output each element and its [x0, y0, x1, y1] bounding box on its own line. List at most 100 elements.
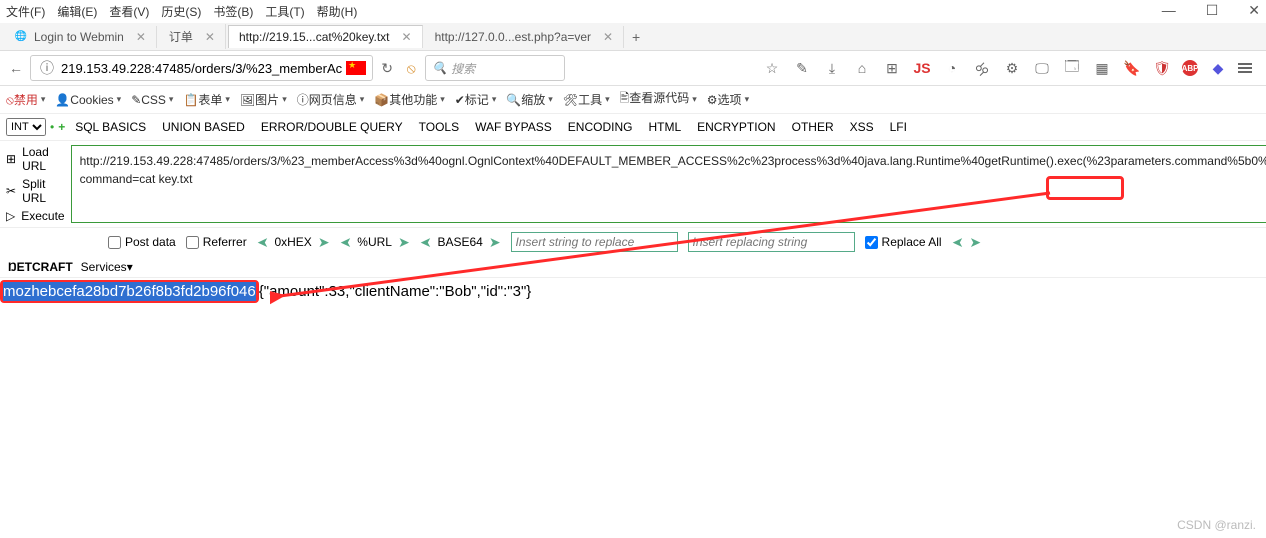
encryption-menu[interactable]: ENCRYPTION: [691, 120, 781, 134]
close-tab-icon[interactable]: ✕: [603, 30, 613, 44]
resize-menu[interactable]: 🔍缩放: [506, 91, 552, 108]
replace-go[interactable]: ➤➤: [952, 234, 981, 251]
screen-icon[interactable]: 🖵: [1032, 58, 1052, 78]
load-url-button[interactable]: ⊞Load URL: [6, 145, 65, 173]
abp-icon[interactable]: ABP: [1182, 60, 1198, 76]
replace-from-input[interactable]: [511, 232, 678, 252]
tab-webmin[interactable]: 🌐 Login to Webmin ✕: [4, 26, 157, 48]
url-text: 219.153.49.228:47485/orders/3/%23_member…: [61, 61, 342, 76]
site-info-icon[interactable]: ⓘ: [37, 58, 57, 78]
tools-menu[interactable]: TOOLS: [413, 120, 465, 134]
hex-encode[interactable]: ➤0xHEX➤: [257, 234, 330, 251]
menu-bar: 文件(F) 编辑(E) 查看(V) 历史(S) 书签(B) 工具(T) 帮助(H…: [0, 0, 1266, 23]
pie-icon[interactable]: ◔: [942, 58, 962, 78]
close-tab-icon[interactable]: ✕: [136, 30, 146, 44]
js-icon[interactable]: JS: [912, 58, 932, 78]
close-tab-icon[interactable]: ✕: [205, 30, 215, 44]
diamond-icon[interactable]: ◆: [1208, 58, 1228, 78]
gear-icon[interactable]: ⚙: [1002, 58, 1022, 78]
tab-strip: 🌐 Login to Webmin ✕ 订单 ✕ http://219.15..…: [0, 23, 1266, 51]
netcraft-logo: ŊETCRAFT: [8, 260, 73, 274]
netcraft-bar: ŊETCRAFT Services▾: [0, 256, 1266, 278]
webdev-toolbar: ⦸禁用 👤Cookies ✎CSS 📋表单 🖼图片 ⓘ网页信息 📦其他功能 ✔标…: [0, 86, 1266, 114]
execute-button[interactable]: ▷Execute: [6, 209, 65, 223]
ext1-icon[interactable]: 🝰: [972, 58, 992, 78]
encoding-menu[interactable]: ENCODING: [562, 120, 639, 134]
window-icon[interactable]: 🗔: [1062, 58, 1082, 78]
source-menu[interactable]: 🖹查看源代码: [620, 89, 697, 110]
pencil-icon[interactable]: ✎: [792, 58, 812, 78]
maximize-button[interactable]: ☐: [1206, 2, 1219, 19]
waf-menu[interactable]: WAF BYPASS: [469, 120, 558, 134]
referrer-checkbox[interactable]: Referrer: [186, 235, 247, 249]
hamburger-menu[interactable]: [1238, 63, 1252, 73]
stop-icon[interactable]: ⦸: [401, 58, 421, 78]
images-menu[interactable]: 🖼图片: [240, 91, 287, 108]
address-bar[interactable]: ⓘ 219.153.49.228:47485/orders/3/%23_memb…: [30, 55, 373, 81]
back-button[interactable]: ←: [6, 58, 26, 78]
split-icon: ✂: [6, 184, 16, 198]
menu-tools[interactable]: 工具(T): [265, 3, 304, 20]
netcraft-services[interactable]: Services▾: [81, 260, 133, 274]
page-content: mozhebcefa28bd7b26f8b3fd2b96f046 {"amoun…: [0, 278, 1266, 303]
misc-menu[interactable]: 📦其他功能: [374, 91, 444, 108]
hackbar-actions: ⊞Load URL ✂Split URL ▷Execute: [6, 145, 65, 223]
url-encode[interactable]: ➤%URL➤: [340, 234, 410, 251]
menu-help[interactable]: 帮助(H): [317, 3, 358, 20]
post-data-checkbox[interactable]: Post data: [108, 235, 176, 249]
outline-menu[interactable]: ✔标记: [455, 91, 497, 108]
menu-history[interactable]: 历史(S): [161, 3, 201, 20]
db-select[interactable]: INT: [6, 118, 46, 136]
pageinfo-menu[interactable]: ⓘ网页信息: [297, 91, 365, 108]
error-menu[interactable]: ERROR/DOUBLE QUERY: [255, 120, 409, 134]
replace-all-checkbox[interactable]: Replace All: [865, 235, 942, 249]
plus-icon[interactable]: +: [58, 120, 65, 134]
grid-icon[interactable]: ⊞: [882, 58, 902, 78]
replace-to-input[interactable]: [688, 232, 855, 252]
star-icon[interactable]: ☆: [762, 58, 782, 78]
menu-file[interactable]: 文件(F): [6, 3, 45, 20]
download-icon[interactable]: ⤓: [822, 58, 842, 78]
menu-edit[interactable]: 编辑(E): [57, 3, 97, 20]
tab-orders[interactable]: 订单 ✕: [159, 24, 226, 49]
html-menu[interactable]: HTML: [642, 120, 687, 134]
new-tab-button[interactable]: +: [626, 27, 646, 47]
tab-catkey[interactable]: http://219.15...cat%20key.txt ✕: [228, 25, 423, 48]
window-controls: — ☐ ✕: [1162, 2, 1260, 19]
union-menu[interactable]: UNION BASED: [156, 120, 251, 134]
other-menu[interactable]: OTHER: [786, 120, 840, 134]
sql-basics-menu[interactable]: SQL BASICS: [69, 120, 152, 134]
search-bar[interactable]: 🔍 搜索: [425, 55, 565, 81]
tools-menu[interactable]: 🛠工具: [563, 91, 610, 108]
tile-icon[interactable]: ▦: [1092, 58, 1112, 78]
response-json: {"amount":33,"clientName":"Bob","id":"3"…: [259, 283, 532, 300]
minimize-button[interactable]: —: [1162, 2, 1176, 19]
close-button[interactable]: ✕: [1248, 2, 1260, 19]
cookies-menu[interactable]: 👤Cookies: [55, 93, 121, 107]
lfi-menu[interactable]: LFI: [884, 120, 913, 134]
tab-localhost[interactable]: http://127.0.0...est.php?a=ver ✕: [425, 26, 625, 48]
menu-bookmarks[interactable]: 书签(B): [213, 3, 253, 20]
home-icon[interactable]: ⌂: [852, 58, 872, 78]
base64-encode[interactable]: ➤BASE64➤: [420, 234, 501, 251]
xss-menu[interactable]: XSS: [844, 120, 880, 134]
close-tab-icon[interactable]: ✕: [402, 30, 412, 44]
css-menu[interactable]: ✎CSS: [131, 93, 173, 107]
bullet-icon: •: [50, 120, 54, 134]
response-hash: mozhebcefa28bd7b26f8b3fd2b96f046: [3, 282, 256, 301]
nav-bar: ← ⓘ 219.153.49.228:47485/orders/3/%23_me…: [0, 51, 1266, 86]
annotation-box-result: mozhebcefa28bd7b26f8b3fd2b96f046: [0, 280, 259, 303]
shield-icon[interactable]: 🛡: [1152, 58, 1172, 78]
reload-button[interactable]: ↻: [377, 58, 397, 78]
disable-menu[interactable]: ⦸禁用: [6, 91, 45, 108]
hackbar-url-input[interactable]: http://219.153.49.228:47485/orders/3/%23…: [71, 145, 1266, 223]
forms-menu[interactable]: 📋表单: [183, 91, 229, 108]
options-menu[interactable]: ⚙选项: [707, 91, 749, 108]
tab-label: http://127.0.0...est.php?a=ver: [435, 30, 591, 44]
menu-view[interactable]: 查看(V): [109, 3, 149, 20]
bookmark-icon[interactable]: 🔖: [1122, 58, 1142, 78]
hackbar-categories: INT • + SQL BASICS UNION BASED ERROR/DOU…: [0, 114, 1266, 141]
split-url-button[interactable]: ✂Split URL: [6, 177, 65, 205]
toolbar-icons: ☆ ✎ ⤓ ⌂ ⊞ JS ◔ 🝰 ⚙ 🖵 🗔 ▦ 🔖 🛡 ABP ◆: [762, 58, 1260, 78]
encoding-row: Post data Referrer ➤0xHEX➤ ➤%URL➤ ➤BASE6…: [0, 228, 1266, 256]
